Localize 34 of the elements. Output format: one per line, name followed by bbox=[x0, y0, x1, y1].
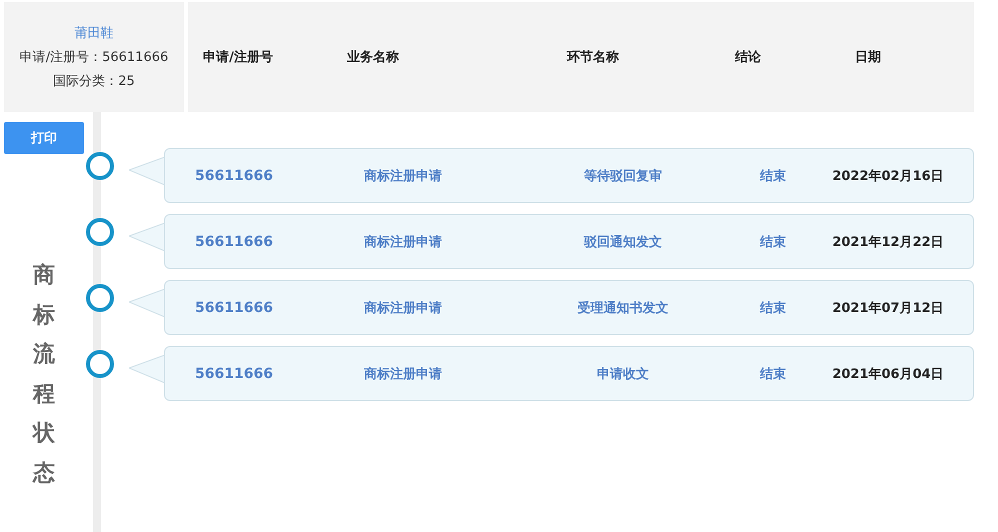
table-cell-text: 56611666 bbox=[194, 234, 274, 250]
column-header: 日期 bbox=[854, 49, 882, 66]
column-header: 业务名称 bbox=[346, 49, 400, 66]
table-cell-text: 2021年06月04日 bbox=[831, 366, 945, 382]
table-cell-text: 驳回通知发文 bbox=[582, 234, 663, 250]
table-cell-text: 56611666 bbox=[194, 300, 274, 316]
timeline-node-icon bbox=[86, 284, 114, 312]
print-button[interactable]: 打印 bbox=[4, 122, 84, 154]
table-cell-text: 申请收文 bbox=[596, 366, 650, 382]
table-cell-text: 56611666 bbox=[194, 366, 274, 382]
table-cell-text: 商标注册申请 bbox=[363, 366, 443, 382]
mark-name-link[interactable]: 莆田鞋 bbox=[74, 24, 114, 42]
table-cell-text: 2021年07月12日 bbox=[831, 300, 945, 316]
registration-number: 申请/注册号：56611666 bbox=[20, 49, 168, 66]
column-header: 结论 bbox=[734, 49, 762, 66]
table-cell-text: 结束 bbox=[758, 300, 787, 316]
timeline-node-icon bbox=[86, 350, 114, 378]
class-number: 国际分类：25 bbox=[53, 73, 135, 90]
table-cell-text: 2021年12月22日 bbox=[831, 234, 945, 250]
table-cell-text: 结束 bbox=[758, 366, 787, 382]
table-cell-text: 结束 bbox=[758, 234, 787, 250]
timeline-node-icon bbox=[86, 218, 114, 246]
timeline-node-icon bbox=[86, 152, 114, 180]
column-header: 环节名称 bbox=[566, 49, 620, 66]
table-cell-text: 商标注册申请 bbox=[363, 300, 443, 316]
table-cell-text: 2022年02月16日 bbox=[831, 168, 945, 184]
table-cell-text: 商标注册申请 bbox=[363, 234, 443, 250]
side-title: 商标流程状态 bbox=[33, 262, 55, 488]
table-cell-text: 等待驳回复审 bbox=[583, 168, 663, 184]
table-cell-text: 56611666 bbox=[194, 168, 274, 184]
table-cell-text: 受理通知书发文 bbox=[576, 300, 670, 316]
column-header: 申请/注册号 bbox=[202, 48, 274, 66]
table-cell-text: 结束 bbox=[758, 168, 787, 184]
table-cell-text: 商标注册申请 bbox=[363, 168, 443, 184]
